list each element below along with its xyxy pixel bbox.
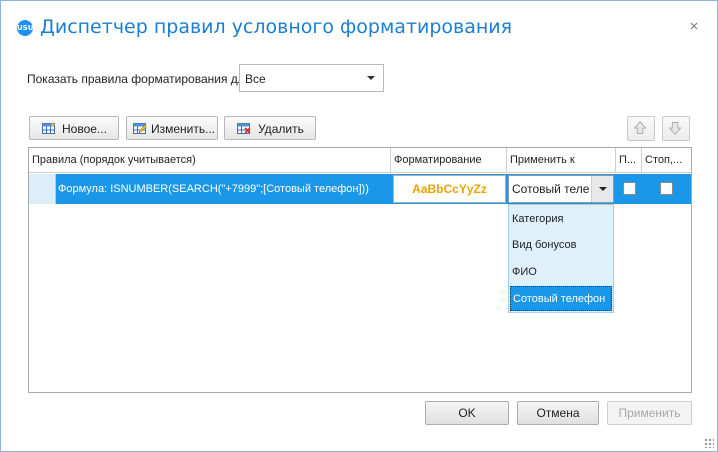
apply-to-combobox[interactable]: Сотовый телефон [508,175,614,203]
close-button[interactable]: × [685,18,703,36]
new-table-icon [42,122,55,134]
conditional-formatting-dialog: USU Диспетчер правил условного форматиро… [0,0,718,452]
column-header-format[interactable]: Форматирование [391,148,507,173]
chevron-down-icon [367,76,375,80]
grid-header: Правила (порядок учитывается) Форматиров… [29,148,691,173]
dropdown-option-mobile-phone[interactable]: Сотовый телефон [510,286,612,311]
column-header-stop[interactable]: Стоп,... [642,148,691,173]
cancel-button[interactable]: Отмена [517,401,599,425]
column-header-p[interactable]: П... [616,148,642,173]
stop-if-true-checkbox[interactable] [660,182,673,195]
p-checkbox[interactable] [623,182,636,195]
new-rule-label: Новое... [62,122,107,136]
show-rules-select[interactable]: Все [239,64,384,92]
dropdown-toggle-button[interactable] [591,176,613,202]
arrow-up-icon [633,120,647,135]
column-header-apply-to[interactable]: Применить к [507,148,616,173]
move-up-button[interactable] [627,116,655,141]
delete-rule-button[interactable]: Удалить [224,116,316,140]
dropdown-option-category[interactable]: Категория [510,207,612,232]
app-logo-icon: USU [17,20,33,36]
arrow-down-icon [668,122,682,136]
resize-grip-icon[interactable] [704,438,714,448]
edit-rule-label: Изменить... [151,122,216,136]
format-preview-cell[interactable]: AaBbCcYyZz [393,175,506,203]
apply-to-dropdown-list: Категория Вид бонусов ФИО Сотовый телефо… [508,204,614,313]
dropdown-option-bonus-type[interactable]: Вид бонусов [510,233,612,258]
apply-button[interactable]: Применить [607,401,692,425]
ok-button[interactable]: OK [425,401,509,425]
show-rules-label: Показать правила форматирования для: [27,72,255,86]
title-bar: USU Диспетчер правил условного форматиро… [1,1,717,57]
edit-table-icon [133,123,147,134]
apply-to-value: Сотовый телефон [512,182,590,196]
show-rules-value: Все [245,72,266,86]
column-header-rules[interactable]: Правила (порядок учитывается) [29,148,391,173]
delete-table-icon [237,123,251,134]
table-row[interactable]: Формула: ISNUMBER(SEARCH("+7999";[Сотовы… [29,174,691,204]
rule-formula-cell[interactable]: Формула: ISNUMBER(SEARCH("+7999";[Сотовы… [58,174,391,204]
dialog-title: Диспетчер правил условного форматировани… [40,16,513,38]
row-indicator[interactable] [29,174,56,204]
edit-rule-button[interactable]: Изменить... [126,116,218,140]
dropdown-option-fio[interactable]: ФИО [510,260,612,285]
delete-rule-label: Удалить [258,122,304,136]
move-down-button[interactable] [662,116,690,141]
new-rule-button[interactable]: Новое... [29,116,119,140]
